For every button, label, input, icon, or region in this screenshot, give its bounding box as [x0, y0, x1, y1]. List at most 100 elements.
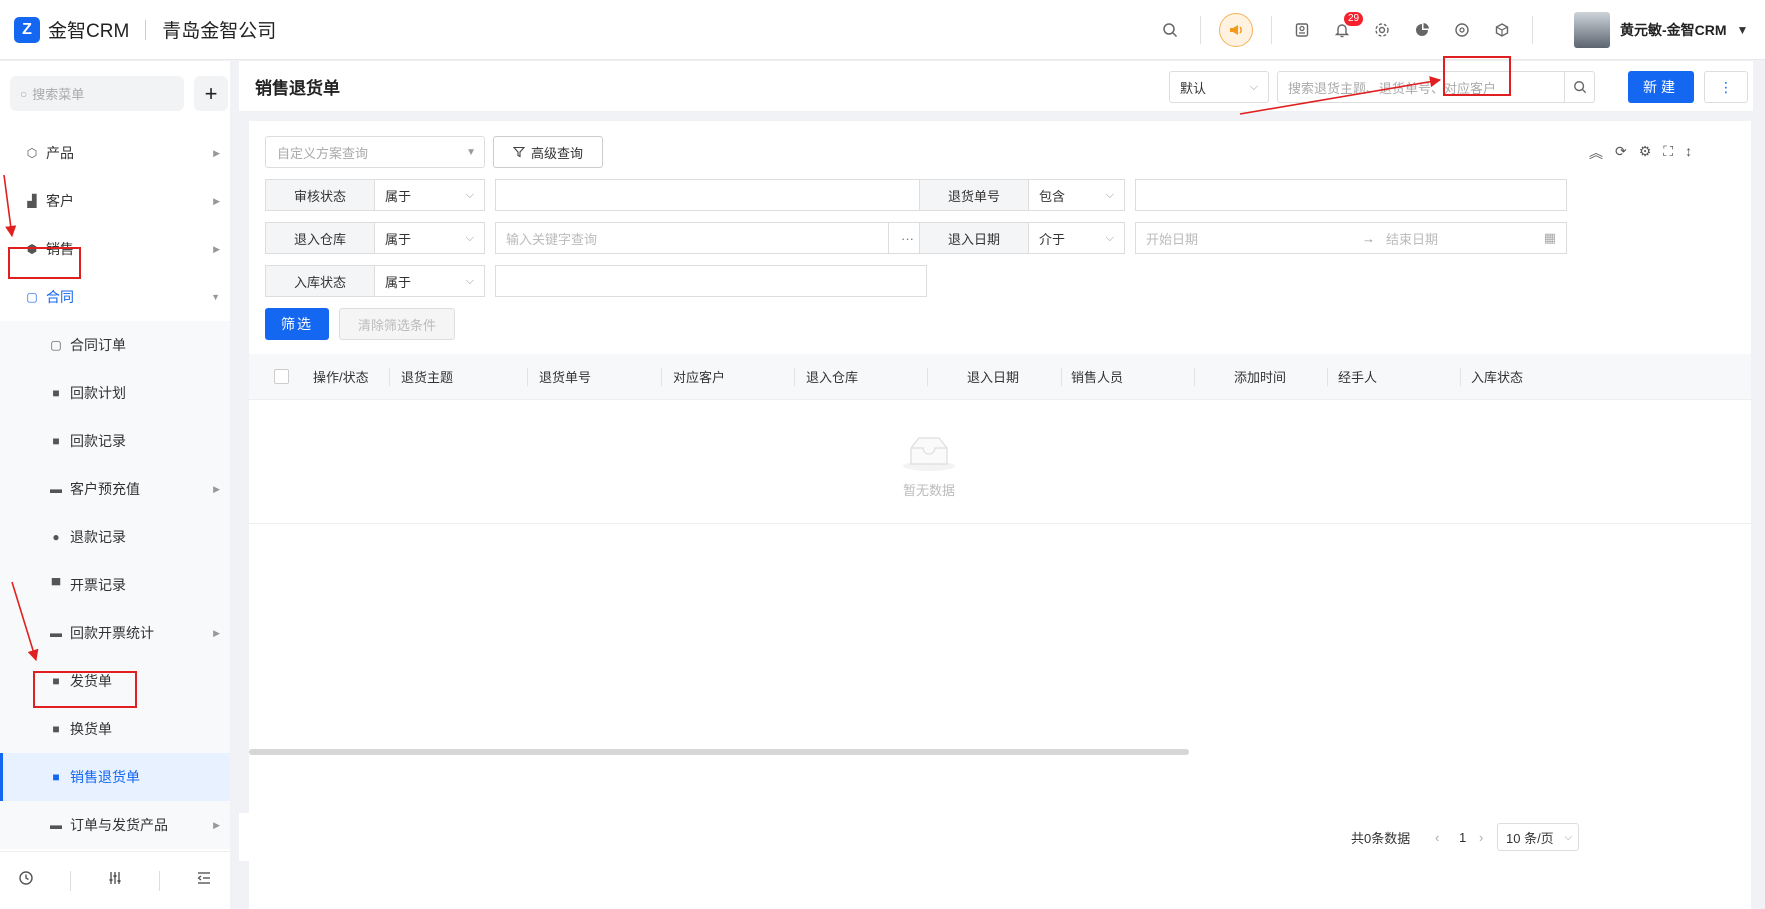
- filter-value-input[interactable]: [495, 179, 927, 211]
- collapse-up-icon[interactable]: ︽: [1589, 143, 1603, 163]
- sidebar-item-label: 订单与发货产品: [70, 817, 168, 833]
- filter-row-stock-status: 入库状态 属于 ⌵: [265, 265, 927, 297]
- menu-search-input[interactable]: ○ 搜索菜单: [10, 76, 184, 111]
- chevron-down-icon: ⌵: [465, 188, 474, 201]
- select-all-checkbox[interactable]: [274, 369, 289, 384]
- total-count: 共0条数据: [1351, 830, 1411, 846]
- column-header[interactable]: 退入仓库: [806, 367, 858, 386]
- notification-badge: 29: [1344, 12, 1364, 26]
- filter-value-input[interactable]: [1135, 179, 1567, 211]
- page-number[interactable]: 1: [1459, 830, 1466, 845]
- announcement-icon[interactable]: [1219, 13, 1253, 47]
- filter-value-input[interactable]: [495, 265, 927, 297]
- date-end-placeholder: 结束日期: [1386, 231, 1439, 247]
- column-header[interactable]: 经手人: [1338, 367, 1377, 386]
- more-options-button[interactable]: ⋮: [1704, 71, 1748, 103]
- page-size-select[interactable]: 10 条/页 ⌵: [1497, 823, 1579, 851]
- search-icon: [1574, 81, 1587, 94]
- gear-icon[interactable]: ⚙: [1639, 143, 1652, 163]
- collapse-menu-icon[interactable]: [196, 870, 212, 891]
- sidebar-item-products[interactable]: ⬡ 产品 ▶: [0, 129, 230, 177]
- warehouse-keyword-input[interactable]: 输入关键字查询 ···: [495, 222, 927, 254]
- clear-filters-button[interactable]: 清除筛选条件: [339, 308, 455, 340]
- advanced-query-label: 高级查询: [530, 145, 583, 161]
- new-button[interactable]: 新建: [1628, 71, 1694, 103]
- contacts-icon[interactable]: [1282, 22, 1322, 38]
- company-name[interactable]: 青岛金智公司: [162, 16, 276, 43]
- document-icon: ▢: [26, 290, 38, 304]
- horizontal-scrollbar[interactable]: [249, 749, 1189, 755]
- row-height-icon[interactable]: ↕: [1685, 143, 1692, 163]
- caret-down-icon: ▼: [466, 146, 476, 158]
- box-icon: ⬡: [26, 146, 38, 160]
- gear-icon[interactable]: [1362, 22, 1402, 38]
- filter-operator-select[interactable]: 属于 ⌵: [375, 222, 485, 254]
- filter-operator-select[interactable]: 属于 ⌵: [375, 265, 485, 297]
- column-header[interactable]: 退货主题: [401, 367, 453, 386]
- logo-text: 金智CRM: [48, 21, 130, 42]
- sidebar-item-sales-returns[interactable]: ■ 销售退货单: [0, 753, 230, 801]
- search-input[interactable]: 搜索退货主题、退货单号、对应客户: [1277, 71, 1595, 103]
- user-name: 黄元敏-金智CRM: [1620, 22, 1727, 38]
- logo[interactable]: Z 金智CRM: [14, 16, 129, 43]
- advanced-query-button[interactable]: 高级查询: [493, 136, 603, 168]
- date-range-input[interactable]: 开始日期 → 结束日期 ▦: [1135, 222, 1567, 254]
- chevron-right-icon: ▶: [213, 243, 220, 254]
- sidebar-item-label: 客户: [46, 193, 74, 209]
- sidebar-item-label: 客户预充值: [70, 481, 140, 497]
- column-header[interactable]: 销售人员: [1071, 367, 1123, 386]
- cube-icon[interactable]: [1482, 22, 1522, 38]
- sidebar-item-invoices[interactable]: ▀ 开票记录: [0, 561, 230, 609]
- settings-sliders-icon[interactable]: [107, 870, 123, 891]
- caret-down-icon: ▼: [1736, 23, 1749, 37]
- chevron-right-icon[interactable]: ›: [1479, 830, 1483, 845]
- column-header[interactable]: 退入日期: [967, 367, 1019, 386]
- refund-icon: ●: [52, 530, 60, 544]
- filter-button[interactable]: 筛选: [265, 308, 329, 340]
- pie-chart-icon[interactable]: [1402, 22, 1442, 38]
- filter-operator-select[interactable]: 包含 ⌵: [1029, 179, 1125, 211]
- sidebar-item-payment-records[interactable]: ■ 回款记录: [0, 417, 230, 465]
- column-header[interactable]: 操作/状态: [313, 367, 369, 386]
- filter-label: 退货单号: [919, 179, 1029, 211]
- refresh-icon[interactable]: ⟳: [1615, 143, 1627, 163]
- column-divider: [927, 368, 928, 386]
- filter-operator-select[interactable]: 属于 ⌵: [375, 179, 485, 211]
- history-icon[interactable]: [18, 870, 34, 891]
- wallet-icon: ■: [52, 386, 60, 400]
- custom-scheme-select[interactable]: 自定义方案查询 ▼: [265, 136, 485, 168]
- column-header[interactable]: 添加时间: [1234, 367, 1286, 386]
- user-menu[interactable]: 黄元敏-金智CRM ▼: [1574, 12, 1748, 48]
- sidebar-item-prepaid[interactable]: ▬ 客户预充值 ▶: [0, 465, 230, 513]
- sidebar-item-contracts[interactable]: ▢ 合同 ▼: [0, 273, 230, 321]
- document-icon: ▢: [50, 338, 62, 352]
- column-divider: [794, 368, 795, 386]
- column-header[interactable]: 退货单号: [539, 367, 591, 386]
- folder-icon: ▬: [50, 482, 62, 496]
- chevron-left-icon[interactable]: ‹: [1435, 830, 1439, 845]
- table-bottom-border: [249, 523, 1751, 524]
- search-button[interactable]: [1564, 71, 1595, 103]
- sidebar-item-refunds[interactable]: ● 退款记录: [0, 513, 230, 561]
- chevron-down-icon: ▼: [211, 292, 220, 302]
- sidebar-item-exchange-notes[interactable]: ■ 换货单: [0, 705, 230, 753]
- column-header[interactable]: 对应客户: [673, 367, 725, 386]
- sidebar-item-payment-invoice-stats[interactable]: ▬ 回款开票统计 ▶: [0, 609, 230, 657]
- sidebar-item-order-products[interactable]: ▬ 订单与发货产品 ▶: [0, 801, 230, 849]
- wallet-icon: ■: [52, 434, 60, 448]
- header-divider: [1271, 16, 1272, 44]
- search-icon[interactable]: [1150, 22, 1190, 38]
- column-header[interactable]: 入库状态: [1471, 367, 1523, 386]
- bell-icon[interactable]: 29: [1322, 12, 1364, 38]
- chrome-icon[interactable]: [1442, 22, 1482, 38]
- sidebar-item-payment-plans[interactable]: ■ 回款计划: [0, 369, 230, 417]
- sidebar-item-customers[interactable]: ▟ 客户 ▶: [0, 177, 230, 225]
- folder-icon: ▬: [50, 818, 62, 832]
- add-menu-button[interactable]: +: [194, 76, 228, 111]
- view-select[interactable]: 默认 ⌵: [1169, 71, 1269, 103]
- sidebar-item-contract-orders[interactable]: ▢ 合同订单: [0, 321, 230, 369]
- fullscreen-icon[interactable]: ⛶: [1663, 143, 1673, 163]
- sidebar-item-label: 合同订单: [70, 337, 126, 353]
- filter-operator-select[interactable]: 介于 ⌵: [1029, 222, 1125, 254]
- pagination: 共0条数据 ‹ 1 › 10 条/页 ⌵: [239, 813, 1579, 861]
